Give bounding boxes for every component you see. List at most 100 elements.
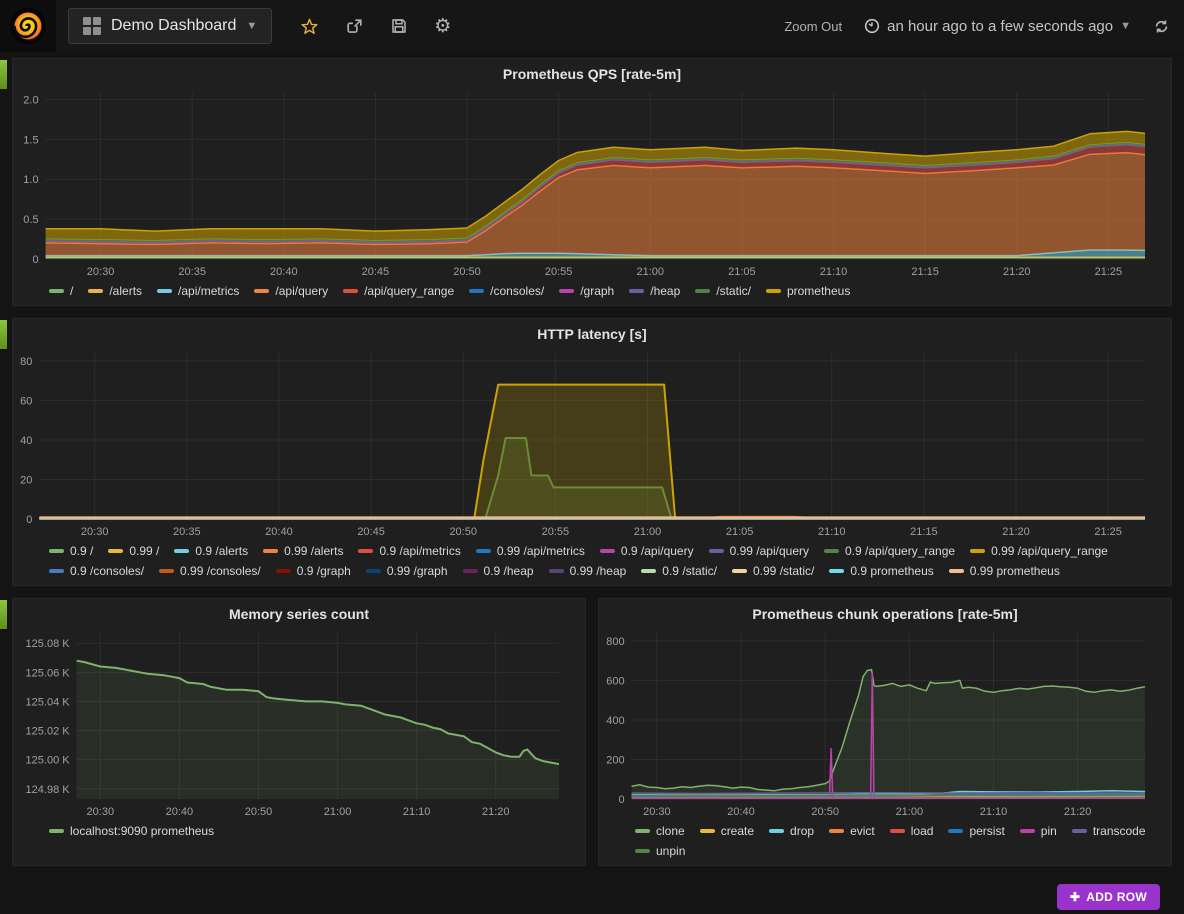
legend-color-bar <box>157 289 172 293</box>
legend-item-0.99 /consoles/[interactable]: 0.99 /consoles/ <box>159 564 261 578</box>
legend-label: 0.9 /graph <box>297 564 351 578</box>
legend-item-drop[interactable]: drop <box>769 824 814 838</box>
row-collapse-handle[interactable] <box>0 60 7 89</box>
y-tick-label: 0.5 <box>23 214 38 226</box>
legend-label: /static/ <box>716 284 751 298</box>
legend-color-bar <box>641 569 656 573</box>
panel-title[interactable]: Prometheus chunk operations [rate-5m] <box>599 599 1171 625</box>
legend-item-/static/[interactable]: /static/ <box>695 284 751 298</box>
share-dashboard-button[interactable] <box>345 17 364 36</box>
legend-item-/alerts[interactable]: /alerts <box>88 284 142 298</box>
y-tick-label: 40 <box>20 435 32 447</box>
legend-item-0.9 /consoles/[interactable]: 0.9 /consoles/ <box>49 564 144 578</box>
x-tick-label: 21:20 <box>1003 266 1031 278</box>
legend-label: 0.9 prometheus <box>850 564 933 578</box>
refresh-button[interactable] <box>1153 18 1170 35</box>
legend-item-0.9 /static/[interactable]: 0.9 /static/ <box>641 564 717 578</box>
x-tick-label: 21:25 <box>1095 266 1123 278</box>
legend-item-0.99 /alerts[interactable]: 0.99 /alerts <box>263 544 343 558</box>
legend-item-0.9 /api/metrics[interactable]: 0.9 /api/metrics <box>358 544 460 558</box>
legend-item-create[interactable]: create <box>700 824 754 838</box>
x-tick-label: 21:20 <box>1002 526 1030 538</box>
legend-label: 0.99 prometheus <box>970 564 1060 578</box>
legend-item-0.9 /alerts[interactable]: 0.9 /alerts <box>174 544 248 558</box>
row-collapse-handle[interactable] <box>0 600 7 629</box>
legend-item-pin[interactable]: pin <box>1020 824 1057 838</box>
add-row-button[interactable]: ✚ ADD ROW <box>1057 884 1160 910</box>
legend-item-0.99 /[interactable]: 0.99 / <box>108 544 159 558</box>
legend-item-localhost:9090 prometheus[interactable]: localhost:9090 prometheus <box>49 824 214 838</box>
legend-item-0.99 /heap[interactable]: 0.99 /heap <box>549 564 627 578</box>
chunk-ops-chart[interactable]: 20:3020:4020:5021:0021:1021:200200400600… <box>599 625 1157 823</box>
legend-label: clone <box>656 824 685 838</box>
legend-item-/consoles/[interactable]: /consoles/ <box>469 284 544 298</box>
legend-item-/[interactable]: / <box>49 284 73 298</box>
series-line-transcode <box>632 793 1145 794</box>
y-tick-label: 1.0 <box>23 174 38 186</box>
grafana-logo[interactable] <box>0 0 56 52</box>
legend-label: 0.9 /api/metrics <box>379 544 460 558</box>
dashboard-settings-button[interactable]: ⚙ <box>434 15 451 37</box>
legend-label: /consoles/ <box>490 284 544 298</box>
legend-item-0.99 prometheus[interactable]: 0.99 prometheus <box>949 564 1060 578</box>
legend-item-0.99 /static/[interactable]: 0.99 /static/ <box>732 564 814 578</box>
legend-item-/api/query[interactable]: /api/query <box>254 284 328 298</box>
legend-item-unpin[interactable]: unpin <box>635 844 685 858</box>
y-tick-label: 1.5 <box>23 134 38 146</box>
qps-chart[interactable]: 20:3020:3520:4020:4520:5020:5521:0021:05… <box>13 85 1157 283</box>
legend-item-/graph[interactable]: /graph <box>559 284 614 298</box>
star-dashboard-button[interactable] <box>300 17 319 36</box>
legend-item-0.9 /[interactable]: 0.9 / <box>49 544 93 558</box>
legend-label: drop <box>790 824 814 838</box>
legend-item-0.9 prometheus[interactable]: 0.9 prometheus <box>829 564 933 578</box>
legend-color-bar <box>49 569 64 573</box>
x-tick-label: 20:40 <box>270 266 298 278</box>
legend-item-0.9 /api/query[interactable]: 0.9 /api/query <box>600 544 694 558</box>
legend-item-/api/query_range[interactable]: /api/query_range <box>343 284 454 298</box>
legend-color-bar <box>263 549 278 553</box>
series-area-clone <box>632 670 1145 799</box>
panel-title[interactable]: HTTP latency [s] <box>13 319 1171 345</box>
legend-color-bar <box>469 289 484 293</box>
row-collapse-handle[interactable] <box>0 320 7 349</box>
legend-item-persist[interactable]: persist <box>948 824 1004 838</box>
panel-http-latency: HTTP latency [s] 20:3020:3520:4020:4520:… <box>12 318 1172 586</box>
legend-item-0.99 /api/query_range[interactable]: 0.99 /api/query_range <box>970 544 1108 558</box>
zoom-out-button[interactable]: Zoom Out <box>784 19 842 34</box>
legend-item-0.9 /api/query_range[interactable]: 0.9 /api/query_range <box>824 544 955 558</box>
legend-label: 0.99 / <box>129 544 159 558</box>
panel-title[interactable]: Memory series count <box>13 599 585 625</box>
legend-color-bar <box>159 569 174 573</box>
legend-item-clone[interactable]: clone <box>635 824 685 838</box>
x-tick-label: 21:00 <box>634 526 662 538</box>
panel-title[interactable]: Prometheus QPS [rate-5m] <box>13 59 1171 85</box>
legend-label: 0.99 /static/ <box>753 564 814 578</box>
x-tick-label: 20:30 <box>87 266 115 278</box>
legend-item-evict[interactable]: evict <box>829 824 875 838</box>
legend-item-/api/metrics[interactable]: /api/metrics <box>157 284 239 298</box>
x-tick-label: 20:55 <box>542 526 570 538</box>
x-tick-label: 20:35 <box>173 526 201 538</box>
memory-chart[interactable]: 20:3020:4020:5021:0021:1021:20124.98 K12… <box>13 625 571 823</box>
legend-item-prometheus[interactable]: prometheus <box>766 284 850 298</box>
legend-label: /api/query <box>275 284 328 298</box>
x-tick-label: 21:20 <box>1064 806 1092 818</box>
legend-item-load[interactable]: load <box>890 824 934 838</box>
legend-item-0.99 /api/metrics[interactable]: 0.99 /api/metrics <box>476 544 585 558</box>
legend-label: /heap <box>650 284 680 298</box>
legend-label: unpin <box>656 844 685 858</box>
x-tick-label: 20:40 <box>265 526 293 538</box>
legend-item-0.99 /graph[interactable]: 0.99 /graph <box>366 564 448 578</box>
legend-color-bar <box>948 829 963 833</box>
legend-item-0.99 /api/query[interactable]: 0.99 /api/query <box>709 544 809 558</box>
time-range-picker[interactable]: an hour ago to a few seconds ago ▼ <box>864 18 1131 35</box>
legend-item-/heap[interactable]: /heap <box>629 284 680 298</box>
dashboard-picker-button[interactable]: Demo Dashboard ▼ <box>68 8 272 44</box>
legend-label: evict <box>850 824 875 838</box>
save-dashboard-button[interactable] <box>390 17 408 35</box>
add-row-bar: ✚ ADD ROW <box>12 878 1172 910</box>
legend-item-0.9 /heap[interactable]: 0.9 /heap <box>463 564 534 578</box>
legend-item-0.9 /graph[interactable]: 0.9 /graph <box>276 564 351 578</box>
legend-item-transcode[interactable]: transcode <box>1072 824 1146 838</box>
latency-chart[interactable]: 20:3020:3520:4020:4520:5020:5521:0021:05… <box>13 345 1157 543</box>
